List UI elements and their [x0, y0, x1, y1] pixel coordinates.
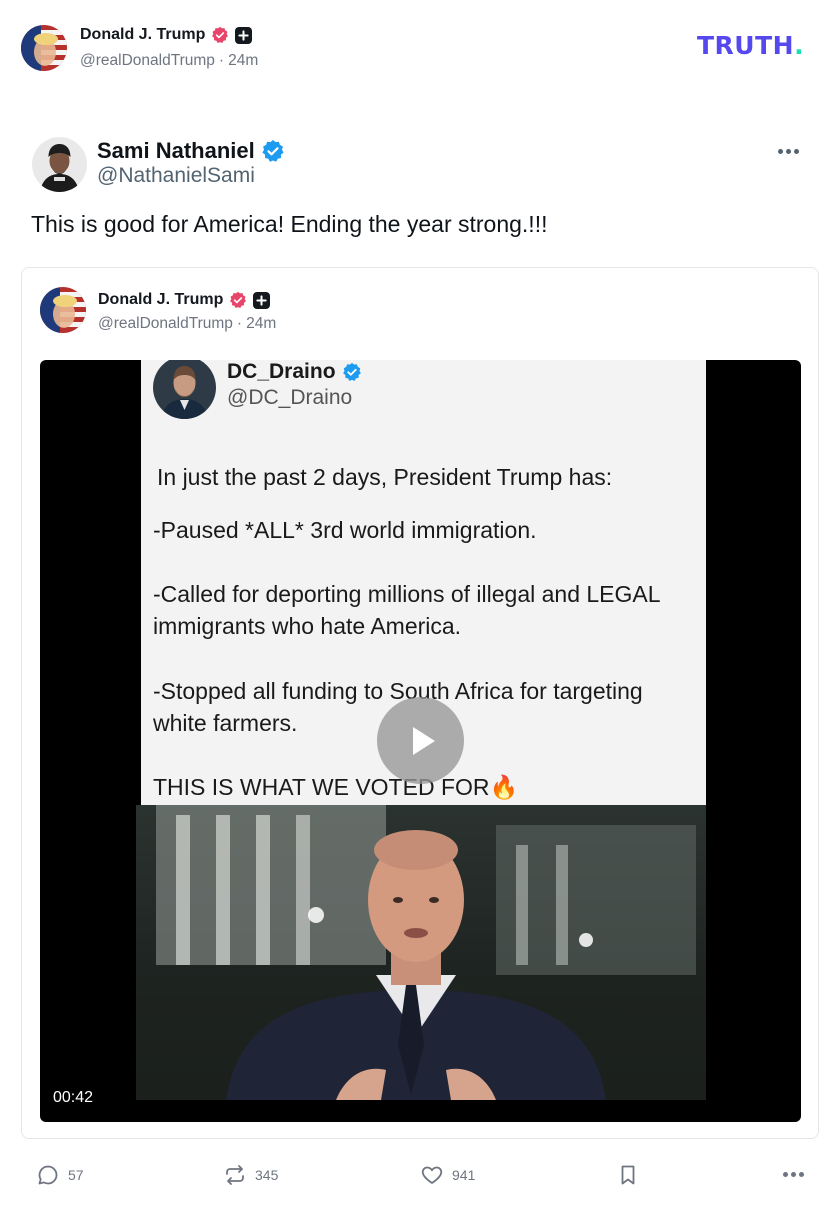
quoted-post-time[interactable]: 24m	[246, 315, 276, 333]
heart-icon	[421, 1166, 443, 1184]
comment-icon	[38, 1165, 58, 1185]
bookmark-icon	[621, 1165, 635, 1185]
reply-count: 57	[68, 1167, 84, 1183]
embedded-author-name[interactable]: Sami Nathaniel	[97, 138, 255, 164]
quoted-author-name[interactable]: Donald J. Trump	[98, 291, 223, 309]
embedded-post-text: This is good for America! Ending the yea…	[31, 211, 548, 237]
quoted-author-avatar[interactable]	[40, 287, 86, 333]
retruth-count: 345	[255, 1167, 279, 1183]
play-button[interactable]	[377, 697, 464, 784]
verified-badge-icon	[342, 362, 361, 381]
more-options-icon[interactable]	[774, 140, 802, 162]
plus-badge-icon	[235, 26, 253, 44]
video-frame-image	[136, 805, 706, 1100]
video-duration: 00:42	[53, 1089, 94, 1106]
bookmark-button[interactable]	[616, 1162, 640, 1188]
retruth-icon	[226, 1165, 244, 1185]
more-actions-icon[interactable]	[780, 1166, 806, 1182]
like-button[interactable]: 941	[420, 1162, 475, 1188]
reply-button[interactable]: 57	[36, 1162, 84, 1188]
screenshot-line: -Paused *ALL* 3rd world immigration.	[153, 517, 537, 543]
author-name[interactable]: Donald J. Trump	[80, 26, 205, 44]
logo-text: TRUTH	[697, 31, 795, 60]
screenshot-line: white farmers.	[153, 710, 298, 736]
author-handle[interactable]: @realDonaldTrump	[80, 52, 215, 70]
verified-badge-icon	[212, 26, 229, 44]
screenshot-line: immigrants who hate America.	[153, 613, 462, 639]
plus-badge-icon	[253, 291, 271, 309]
logo-dot: .	[794, 31, 805, 60]
video-player[interactable]: DC_Draino @DC_Draino In just the past 2 …	[40, 360, 801, 1122]
meta-separator: ·	[218, 52, 225, 69]
truth-logo[interactable]: TRUTH.	[697, 31, 804, 60]
play-icon	[412, 726, 435, 755]
screenshot-name: DC_Draino	[227, 360, 336, 383]
screenshot-line: In just the past 2 days, President Trump…	[157, 464, 613, 490]
verified-badge-icon	[230, 291, 247, 309]
retruth-button[interactable]: 345	[223, 1162, 278, 1188]
embedded-author-handle[interactable]: @NathanielSami	[97, 164, 255, 188]
post-time[interactable]: 24m	[228, 52, 258, 70]
quoted-author-handle[interactable]: @realDonaldTrump	[98, 315, 233, 333]
quoted-post-card[interactable]: Donald J. Trump @realDonaldTrump · 24m D…	[21, 267, 819, 1139]
like-count: 941	[452, 1167, 476, 1183]
verified-badge-icon	[262, 140, 284, 162]
screenshot-handle: @DC_Draino	[227, 386, 353, 409]
meta-separator: ·	[236, 315, 243, 332]
screenshot-line: -Called for deporting millions of illega…	[153, 581, 661, 607]
screenshot-avatar	[153, 360, 216, 419]
embedded-author-avatar[interactable]	[32, 137, 87, 192]
screenshot-line: THIS IS WHAT WE VOTED FOR🔥	[153, 774, 519, 800]
author-avatar[interactable]	[21, 25, 67, 71]
